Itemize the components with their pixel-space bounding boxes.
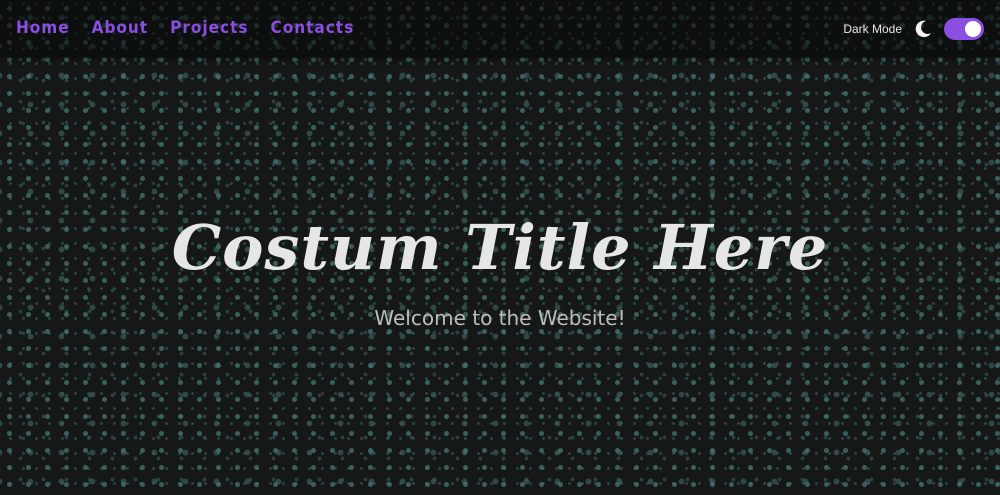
dark-mode-toggle[interactable] xyxy=(944,18,984,40)
nav-link-projects[interactable]: Projects xyxy=(170,18,248,38)
hero-subtitle: Welcome to the Website! xyxy=(374,306,626,330)
moon-icon xyxy=(915,20,932,38)
nav-link-home[interactable]: Home xyxy=(16,18,70,38)
nav-links: Home About Projects Contacts xyxy=(16,18,354,38)
top-navbar: Home About Projects Contacts Dark Mode xyxy=(0,0,1000,58)
toggle-knob xyxy=(965,21,981,37)
dark-mode-control: Dark Mode xyxy=(843,18,984,40)
hero-section: Costum Title Here Welcome to the Website… xyxy=(0,200,1000,338)
hero-title: Costum Title Here xyxy=(171,211,829,284)
nav-link-about[interactable]: About xyxy=(92,18,149,38)
nav-link-contacts[interactable]: Contacts xyxy=(270,18,354,38)
dark-mode-label: Dark Mode xyxy=(843,22,902,36)
